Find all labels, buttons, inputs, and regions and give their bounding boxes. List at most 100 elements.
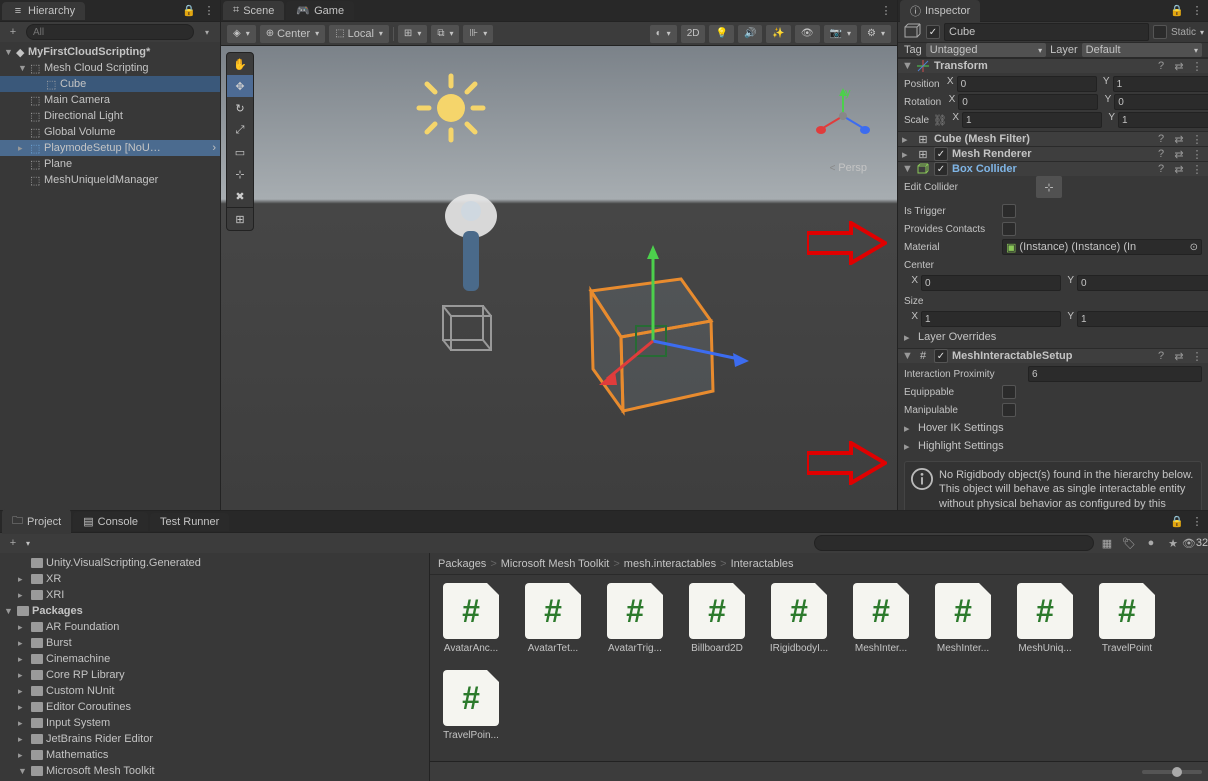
breadcrumb[interactable]: Packages>Microsoft Mesh Toolkit>mesh.int… [430,553,1208,575]
snap-toggle[interactable]: ⧉▾ [431,25,459,43]
asset-item[interactable]: #IRigidbodyI... [766,583,832,654]
lock-icon[interactable]: 🔒 [1168,2,1186,20]
project-search[interactable] [814,535,1094,551]
hierarchy-item[interactable]: ▼⬚Mesh Cloud Scripting [0,60,220,76]
folder-item[interactable]: ▸Editor Coroutines [0,699,429,715]
breadcrumb-item[interactable]: Interactables [731,558,794,570]
scene-viewport[interactable]: ✋ ✥ ↻ ⤢ ▭ ⊹ ✖ ⊞ [221,46,897,510]
mesh-renderer-enabled[interactable] [934,147,948,161]
perspective-label[interactable]: < Persp [830,162,867,174]
folder-item[interactable]: ▸Input System [0,715,429,731]
breadcrumb-item[interactable]: Microsoft Mesh Toolkit [501,558,610,570]
scale-y[interactable] [1118,112,1208,128]
hierarchy-search[interactable] [26,24,194,40]
lighting-toggle[interactable]: 💡 [709,25,733,43]
preset-icon[interactable]: ⇄ [1172,60,1186,73]
search-dropdown[interactable]: ▾ [198,23,216,41]
folder-item[interactable]: ▸Mathematics [0,747,429,763]
asset-item[interactable]: #AvatarTrig... [602,583,668,654]
transform-tool[interactable]: ⊹ [227,163,253,185]
hierarchy-item[interactable]: ⬚MeshUniqueIdManager [0,172,220,188]
folder-item[interactable]: ▸XR [0,571,429,587]
hover-ik-foldout[interactable]: Hover IK Settings [918,422,1004,434]
tab-hierarchy[interactable]: ≡Hierarchy [2,2,85,20]
pivot-mode[interactable]: ⊕Center▾ [260,25,325,43]
custom-tool[interactable]: ✖ [227,185,253,207]
box-collider-enabled[interactable] [934,162,948,176]
folder-item[interactable]: ▸Custom NUnit [0,683,429,699]
search-by-type[interactable]: ▦ [1098,534,1116,552]
draw-mode[interactable]: ◐▾ [650,25,677,43]
mode-2d[interactable]: 2D [681,25,706,43]
mesh-renderer-header[interactable]: ▸⊞Mesh Renderer?⇄⋮ [898,146,1208,161]
increment-snap[interactable]: ⊪▾ [463,25,493,43]
is-trigger-checkbox[interactable] [1002,204,1016,218]
tab-game[interactable]: 🎮 Game [286,1,354,20]
gizmo-settings[interactable]: ⚙▾ [861,25,891,43]
space-mode[interactable]: ⬚Local▾ [329,25,389,43]
hierarchy-item[interactable]: ⬚Cube [0,76,220,92]
hierarchy-item[interactable]: ⬚Global Volume [0,124,220,140]
highlight-foldout[interactable]: Highlight Settings [918,440,1004,452]
asset-item[interactable]: #Billboard2D [684,583,750,654]
asset-item[interactable]: #AvatarAnc... [438,583,504,654]
asset-item[interactable]: #MeshInter... [930,583,996,654]
center-x[interactable] [921,275,1061,291]
tab-testrunner[interactable]: Test Runner [150,513,229,531]
mesh-interactable-enabled[interactable] [934,349,948,363]
hidden-count[interactable]: 👁32 [1186,534,1204,552]
breadcrumb-item[interactable]: Packages [438,558,486,570]
size-x[interactable] [921,311,1061,327]
static-checkbox[interactable] [1153,25,1167,39]
tag-dropdown[interactable]: Untagged▾ [926,43,1046,57]
hidden-toggle[interactable]: 👁 [795,25,820,43]
lock-icon[interactable]: 🔒 [1168,513,1186,531]
layer-overrides-foldout[interactable]: Layer Overrides [918,331,996,343]
lock-icon[interactable]: 🔒 [180,2,198,20]
rotation-y[interactable] [1114,94,1208,110]
asset-item[interactable]: #MeshUniq... [1012,583,1078,654]
position-x[interactable] [957,76,1097,92]
fx-toggle[interactable]: ✨ [766,25,790,43]
audio-toggle[interactable]: 🔊 [738,25,762,43]
help-icon[interactable]: ? [1154,60,1168,72]
physic-material-field[interactable]: ▣(Instance) (Instance) (In⊙ [1002,239,1202,255]
asset-item[interactable]: #TravelPoin... [438,670,504,741]
menu-icon[interactable]: ⋮ [1188,2,1206,20]
folder-item[interactable]: Unity.VisualScripting.Generated [0,555,429,571]
search-by-label[interactable]: 🏷 [1120,534,1138,552]
size-y[interactable] [1077,311,1208,327]
center-y[interactable] [1077,275,1208,291]
box-collider-header[interactable]: ▼Box Collider?⇄⋮ [898,161,1208,176]
gameobject-enabled-checkbox[interactable] [926,25,940,39]
folder-item[interactable]: ▸Burst [0,635,429,651]
folder-item[interactable]: ▼Packages [0,603,429,619]
manipulable-checkbox[interactable] [1002,403,1016,417]
mesh-interactable-header[interactable]: ▼#MeshInteractableSetup?⇄⋮ [898,348,1208,363]
transform-header[interactable]: ▼ Transform ?⇄⋮ [898,58,1208,73]
hand-tool[interactable]: ✋ [227,53,253,75]
menu-icon[interactable]: ⋮ [1190,60,1204,73]
move-tool[interactable]: ✥ [227,75,253,97]
add-button[interactable]: + [4,23,22,41]
hierarchy-item[interactable]: ⬚Plane [0,156,220,172]
camera-settings[interactable]: 📷▾ [824,25,857,43]
folder-item[interactable]: ▸Core RP Library [0,667,429,683]
provides-contacts-checkbox[interactable] [1002,222,1016,236]
menu-icon[interactable]: ⋮ [877,2,895,20]
shading-mode[interactable]: ◈▾ [227,25,256,43]
hierarchy-item[interactable]: ⬚Directional Light [0,108,220,124]
position-y[interactable] [1113,76,1208,92]
interaction-proximity[interactable] [1028,366,1202,382]
snap-tool[interactable]: ⊞ [227,208,253,230]
tab-console[interactable]: ▤ Console [73,512,148,531]
scale-link-icon[interactable]: ⛓ [933,114,945,127]
rotate-tool[interactable]: ↻ [227,97,253,119]
scale-x[interactable] [962,112,1102,128]
rotation-x[interactable] [958,94,1098,110]
menu-icon[interactable]: ⋮ [1188,513,1206,531]
hierarchy-item[interactable]: ⬚Main Camera [0,92,220,108]
gameobject-name-field[interactable] [944,23,1149,41]
scale-tool[interactable]: ⤢ [227,119,253,141]
favorite[interactable]: ★ [1164,534,1182,552]
